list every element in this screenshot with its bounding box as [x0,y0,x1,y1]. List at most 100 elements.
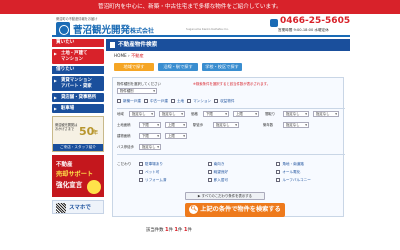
checkbox[interactable] [139,170,143,174]
feature-label: リフォーム済 [145,177,167,182]
feature-label: 角地・南道路 [282,161,304,166]
kind-label: 新築一戸建 [123,99,141,103]
result-unit: 件 [187,228,192,233]
sell-support-banner[interactable]: 不動産 売却サポート 強化宣言 [52,155,104,197]
mobile-banner[interactable]: スマホで [52,200,104,214]
feature-corner[interactable]: 角地・南道路 [276,161,345,167]
land-max-select[interactable]: 上限 [165,122,187,128]
tab-school[interactable]: 学校・校区で探す [202,63,242,71]
result-unit: 件 [178,228,183,233]
search-tabs: 地域で探す 沿線・駅で探す 学校・校区で探す [114,63,350,73]
price-label: 価格 [191,112,198,116]
features-label: こだわり [117,162,132,166]
checkbox[interactable] [207,162,212,166]
land-area-label: 土地面積 [117,123,131,127]
anniversary-banner[interactable]: 菅沼観光開発はおかげさまで 50 年 ご来店・スタッフ紹介 [52,116,104,152]
header-divider [52,35,350,37]
feature-south[interactable]: 南向き [207,161,277,167]
search-button[interactable]: 🔍︎ 上記の条件で物件を検索する [185,203,285,217]
checkbox[interactable] [276,170,281,174]
age-select[interactable]: 指定なし [283,122,309,128]
area-select-2[interactable]: 指定なし [159,111,185,117]
kind-label: 中古一戸建 [149,99,168,103]
feature-label: オール電化 [282,169,301,174]
kind-investment[interactable]: 収益物件 [214,97,234,105]
sidebar-item-label: 賃貸マンション [61,78,92,83]
layout-label: 間取り [265,112,276,116]
checkbox[interactable] [117,99,121,103]
business-hours: 営業時間 9:00-18:00 水曜定休 [278,28,329,32]
area-select[interactable]: 指定なし [129,111,155,117]
bus-walk-select[interactable]: 指定なし [139,144,161,150]
sidebar-item-label: マンション [61,56,83,62]
area-label: 地域 [117,112,124,116]
checkbox[interactable] [207,178,212,182]
qr-code-icon [56,203,66,213]
checkbox[interactable] [276,162,281,166]
kind-checkboxes: 新築一戸建 中古一戸建 土地 マンション 収益物件 [117,97,345,105]
sell-line-3: 強化宣言 [56,181,83,189]
feature-pet[interactable]: ペット可 [139,169,208,175]
checkbox[interactable] [187,99,192,103]
sidebar-head-buy: 買いたい [52,39,104,47]
sell-line-2: 売却サポート [56,171,94,178]
sidebar-item-shop-office[interactable]: 貸店舗・貸事務所 [52,93,104,102]
sidebar-head-rent: 借りたい [52,66,104,74]
show-all-features-button[interactable]: ▶ すべてのこだわり条件を表示する [185,192,265,200]
form-note-warning: ※検索条件を選択すると該当件数が表示されます。 [193,82,271,86]
checkbox[interactable] [143,99,148,103]
price-max-select[interactable]: 上限 [233,111,259,117]
phone-number[interactable]: 0466-25-5605 [280,16,350,26]
sidebar-item-rental-mansion[interactable]: 賃貸マンション アパート・貸家 [52,76,104,91]
feature-checkboxes: 駐車場あり 南向き 角地・南道路 ペット可 眺望良好 オール電化 リフォーム済 … [139,161,345,183]
feature-label: ペット可 [145,169,160,174]
sell-line-1: 不動産 [56,162,73,168]
walk-select[interactable]: 指定なし [213,122,239,128]
price-min-select[interactable]: 下限 [203,111,229,117]
kind-used-house[interactable]: 中古一戸建 [143,97,168,105]
tab-area[interactable]: 地域で探す [114,63,154,71]
company-name[interactable]: 菅沼観光開発株式会社 [73,22,154,36]
kind-new-house[interactable]: 新築一戸建 [117,97,141,105]
building-area-label: 建物面積 [117,134,131,138]
breadcrumb-home[interactable]: HOME [114,53,127,58]
feature-electric[interactable]: オール電化 [276,169,345,175]
form-note: 物件種別を選択してください [117,82,161,86]
sidebar-item-label: アパート・貸家 [61,83,92,89]
logo-icon[interactable] [56,22,70,36]
tab-line-station[interactable]: 沿線・駅で探す [158,63,198,71]
checkbox[interactable] [170,99,175,103]
building-max-select[interactable]: 上限 [165,133,187,139]
layout-select[interactable]: 指定なし [283,111,309,117]
main-content: 不動産物件検索 HOME › 不動産 地域で探す 沿線・駅で探す 学校・校区で探… [106,39,350,250]
sidebar-item-land-house[interactable]: 土地・戸建て マンション [52,49,104,64]
sidebar-item-parking[interactable]: 駐車場 [52,104,104,113]
land-min-select[interactable]: 下限 [139,122,161,128]
search-form: 物件種別を選択してください ※検索条件を選択すると該当件数が表示されます。 物件… [112,77,345,217]
checkbox[interactable] [139,162,143,166]
feature-label: 南向き [213,161,225,166]
kind-mansion[interactable]: マンション [187,97,211,105]
feature-view[interactable]: 眺望良好 [207,169,277,175]
feature-label: 即入居可 [213,177,229,182]
feature-roof-balcony[interactable]: ルーフバルコニー [276,177,345,183]
checkbox[interactable] [214,99,219,103]
company-suffix: 株式会社 [130,28,155,35]
kind-land[interactable]: 土地 [170,97,184,105]
kind-select[interactable]: 物件種別 [117,88,157,94]
checkbox[interactable] [139,178,143,182]
feature-label: ルーフバルコニー [282,177,311,182]
bus-walk-label: バス停徒歩 [117,145,134,149]
anniversary-text: 菅沼観光開発はおかげさまで [55,123,78,131]
phone-icon [270,19,278,27]
building-min-select[interactable]: 下限 [139,133,161,139]
checkbox[interactable] [207,170,212,174]
checkbox[interactable] [276,178,281,182]
sidebar-item-label: 土地・戸建て [61,51,88,56]
kind-label: 収益物件 [220,99,235,103]
feature-reform[interactable]: リフォーム済 [139,177,208,183]
layout-select-2[interactable]: 指定なし [313,111,339,117]
feature-immediate[interactable]: 即入居可 [207,177,277,183]
badge-icon [87,180,101,194]
feature-parking[interactable]: 駐車場あり [139,161,208,167]
